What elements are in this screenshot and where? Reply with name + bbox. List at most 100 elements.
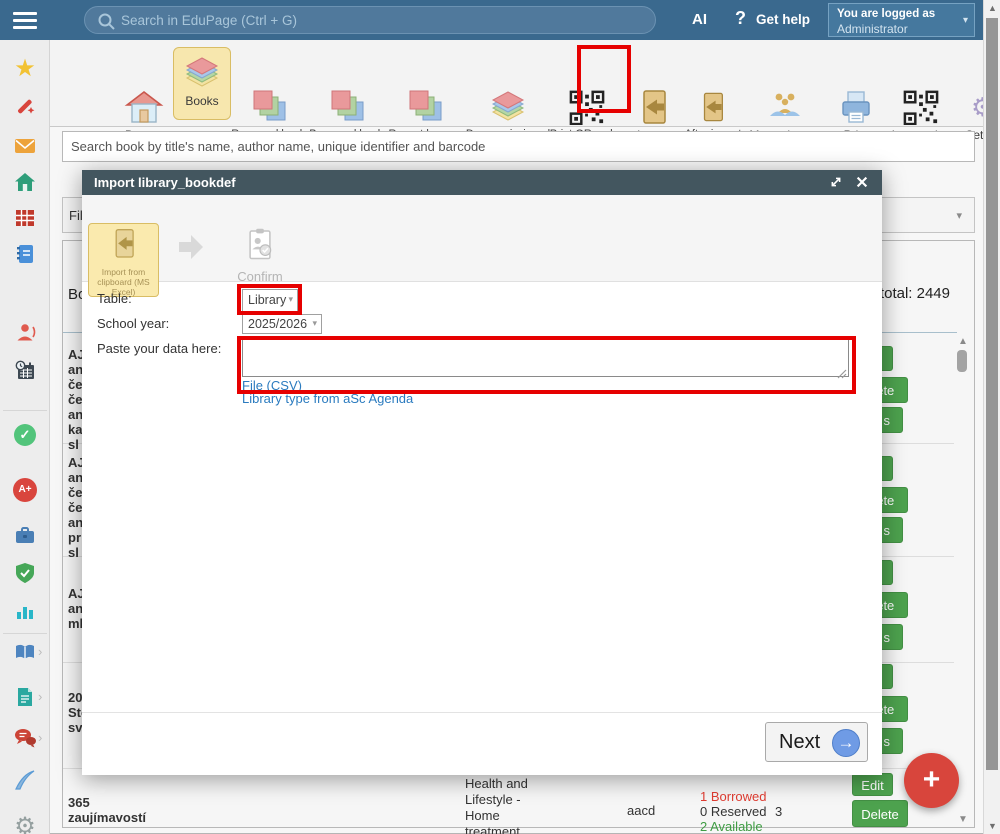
book-title: 365zaujímavostí xyxy=(68,795,146,825)
next-button[interactable]: Next → xyxy=(765,722,868,762)
school-year-label: School year: xyxy=(97,316,169,331)
step-arrow-icon xyxy=(177,233,205,266)
footer-divider xyxy=(82,712,882,713)
left-sidebar: ★ ✓ A+ › › › ⚙ › xyxy=(0,40,50,834)
scrollbar-thumb[interactable] xyxy=(986,18,998,770)
resize-handle-icon[interactable] xyxy=(837,366,847,384)
top-bar: AI ? Get help You are logged as Administ… xyxy=(0,0,983,40)
school-year-select[interactable]: 2025/2026 ▾ xyxy=(242,314,322,334)
sidebar-item-settings[interactable]: ⚙ xyxy=(0,812,50,834)
table-scroll-up-icon[interactable]: ▲ xyxy=(958,336,968,347)
sidebar-item-wizard[interactable] xyxy=(0,94,50,123)
sidebar-item-documents[interactable]: › xyxy=(0,685,50,714)
chevron-down-icon: ▾ xyxy=(956,209,962,222)
quill-pen-icon xyxy=(13,779,37,796)
hamburger-menu-icon[interactable] xyxy=(13,12,37,29)
book-search-field[interactable] xyxy=(62,131,975,162)
sidebar-item-statistics[interactable] xyxy=(0,599,50,628)
book-category: Health andLifestyle -Hometreatment xyxy=(465,776,528,834)
import-icon xyxy=(111,247,137,264)
available-count[interactable]: 2 Available xyxy=(700,819,763,834)
book-search-input[interactable] xyxy=(63,132,974,161)
search-input[interactable] xyxy=(121,9,641,31)
ai-button[interactable]: AI xyxy=(692,11,707,28)
briefcase-icon xyxy=(13,534,37,551)
logged-user-dropdown[interactable]: You are logged as Administrator ▾ xyxy=(828,3,975,37)
sidebar-item-messages[interactable] xyxy=(0,134,50,163)
sidebar-item-students[interactable] xyxy=(0,320,50,349)
expand-icon[interactable] xyxy=(828,174,844,195)
sidebar-item-agenda[interactable] xyxy=(0,523,50,552)
sidebar-item-home[interactable] xyxy=(0,170,50,199)
arrow-right-icon: → xyxy=(832,729,860,757)
global-search xyxy=(84,6,656,34)
chevron-right-icon: › xyxy=(38,644,42,659)
sidebar-item-timetable[interactable] xyxy=(0,206,50,235)
get-help-button[interactable]: Get help xyxy=(756,12,810,27)
open-book-icon xyxy=(13,651,37,668)
sidebar-item-grades[interactable]: A+ xyxy=(0,478,50,502)
import-icon xyxy=(696,86,730,128)
step-label: Confirm xyxy=(222,269,298,284)
modal-steps-bar: Import fromclipboard (MSExcel) Confirm xyxy=(82,195,882,282)
book-code: aacd xyxy=(627,803,655,818)
shield-check-icon xyxy=(13,572,37,589)
sidebar-item-library[interactable]: › xyxy=(0,640,50,669)
table-field-label: Table: xyxy=(97,291,132,306)
add-book-fab[interactable]: + xyxy=(904,753,959,808)
star-icon: ★ xyxy=(14,55,36,82)
paste-data-textarea[interactable] xyxy=(242,338,849,377)
scroll-down-icon[interactable]: ▼ xyxy=(984,818,1000,834)
sidebar-item-exams[interactable] xyxy=(0,768,50,797)
calendar-clock-icon xyxy=(13,369,37,386)
chevron-down-icon: ▾ xyxy=(963,15,968,26)
modal-title: Import library_bookdef xyxy=(94,175,236,190)
step-import-from-clipboard[interactable]: Import fromclipboard (MSExcel) xyxy=(88,223,159,297)
step-confirm: Confirm xyxy=(222,228,298,284)
book-layers-icon xyxy=(488,86,528,128)
confirm-clipboard-icon xyxy=(246,247,274,264)
document-icon xyxy=(13,696,37,713)
sidebar-item-calendar[interactable] xyxy=(0,358,50,387)
a-plus-circle-icon: A+ xyxy=(13,478,37,502)
qr-code-icon xyxy=(902,86,940,128)
chevron-down-icon: ▾ xyxy=(312,318,317,329)
person-icon xyxy=(13,331,37,348)
row-delete-button[interactable]: Delete xyxy=(852,800,908,827)
modal-title-bar[interactable]: Import library_bookdef xyxy=(82,170,882,195)
scroll-up-icon[interactable]: ▲ xyxy=(984,0,1000,16)
logged-user-name: Administrator xyxy=(837,22,908,36)
table-scrollbar-thumb[interactable] xyxy=(957,350,967,372)
table-select[interactable]: Library ▾ xyxy=(242,289,298,312)
grid-icon xyxy=(13,217,37,234)
school-year-value: 2025/2026 xyxy=(248,317,307,331)
notebook-icon xyxy=(13,253,37,270)
ribbon-item-books[interactable]: Books xyxy=(173,47,231,120)
close-icon[interactable] xyxy=(854,174,870,195)
sidebar-item-communication[interactable]: › xyxy=(0,726,50,755)
chat-bubbles-icon xyxy=(13,737,37,754)
sidebar-divider xyxy=(3,633,47,634)
sidebar-item-approvals[interactable]: ✓ xyxy=(0,424,50,446)
sidebar-item-favorites[interactable]: ★ xyxy=(0,54,50,83)
chevron-right-icon: › xyxy=(38,689,42,704)
book-layers-icon xyxy=(182,52,222,94)
paste-data-label: Paste your data here: xyxy=(97,341,221,356)
chevron-down-icon: ▾ xyxy=(288,294,293,305)
row-edit-button[interactable]: Edit xyxy=(852,773,893,796)
next-button-label: Next xyxy=(779,731,820,754)
asc-agenda-link[interactable]: Library type from aSc Agenda xyxy=(242,391,413,406)
help-question-icon[interactable]: ? xyxy=(735,8,746,29)
plus-icon: + xyxy=(923,763,941,796)
gear-icon: ⚙ xyxy=(14,813,36,834)
bar-chart-icon xyxy=(13,610,37,627)
page-scrollbar[interactable]: ▲ ▼ xyxy=(983,0,1000,834)
sidebar-item-security[interactable] xyxy=(0,561,50,590)
borrowed-count: 1 Borrowed xyxy=(700,789,766,804)
reserved-count: 0 Reserved xyxy=(700,804,766,819)
sidebar-item-classbook[interactable] xyxy=(0,242,50,271)
search-icon xyxy=(97,12,116,36)
magic-wand-icon xyxy=(13,105,37,122)
table-scroll-down-icon[interactable]: ▼ xyxy=(958,814,968,825)
import-modal: Import library_bookdef Import fromclipbo… xyxy=(82,170,882,775)
